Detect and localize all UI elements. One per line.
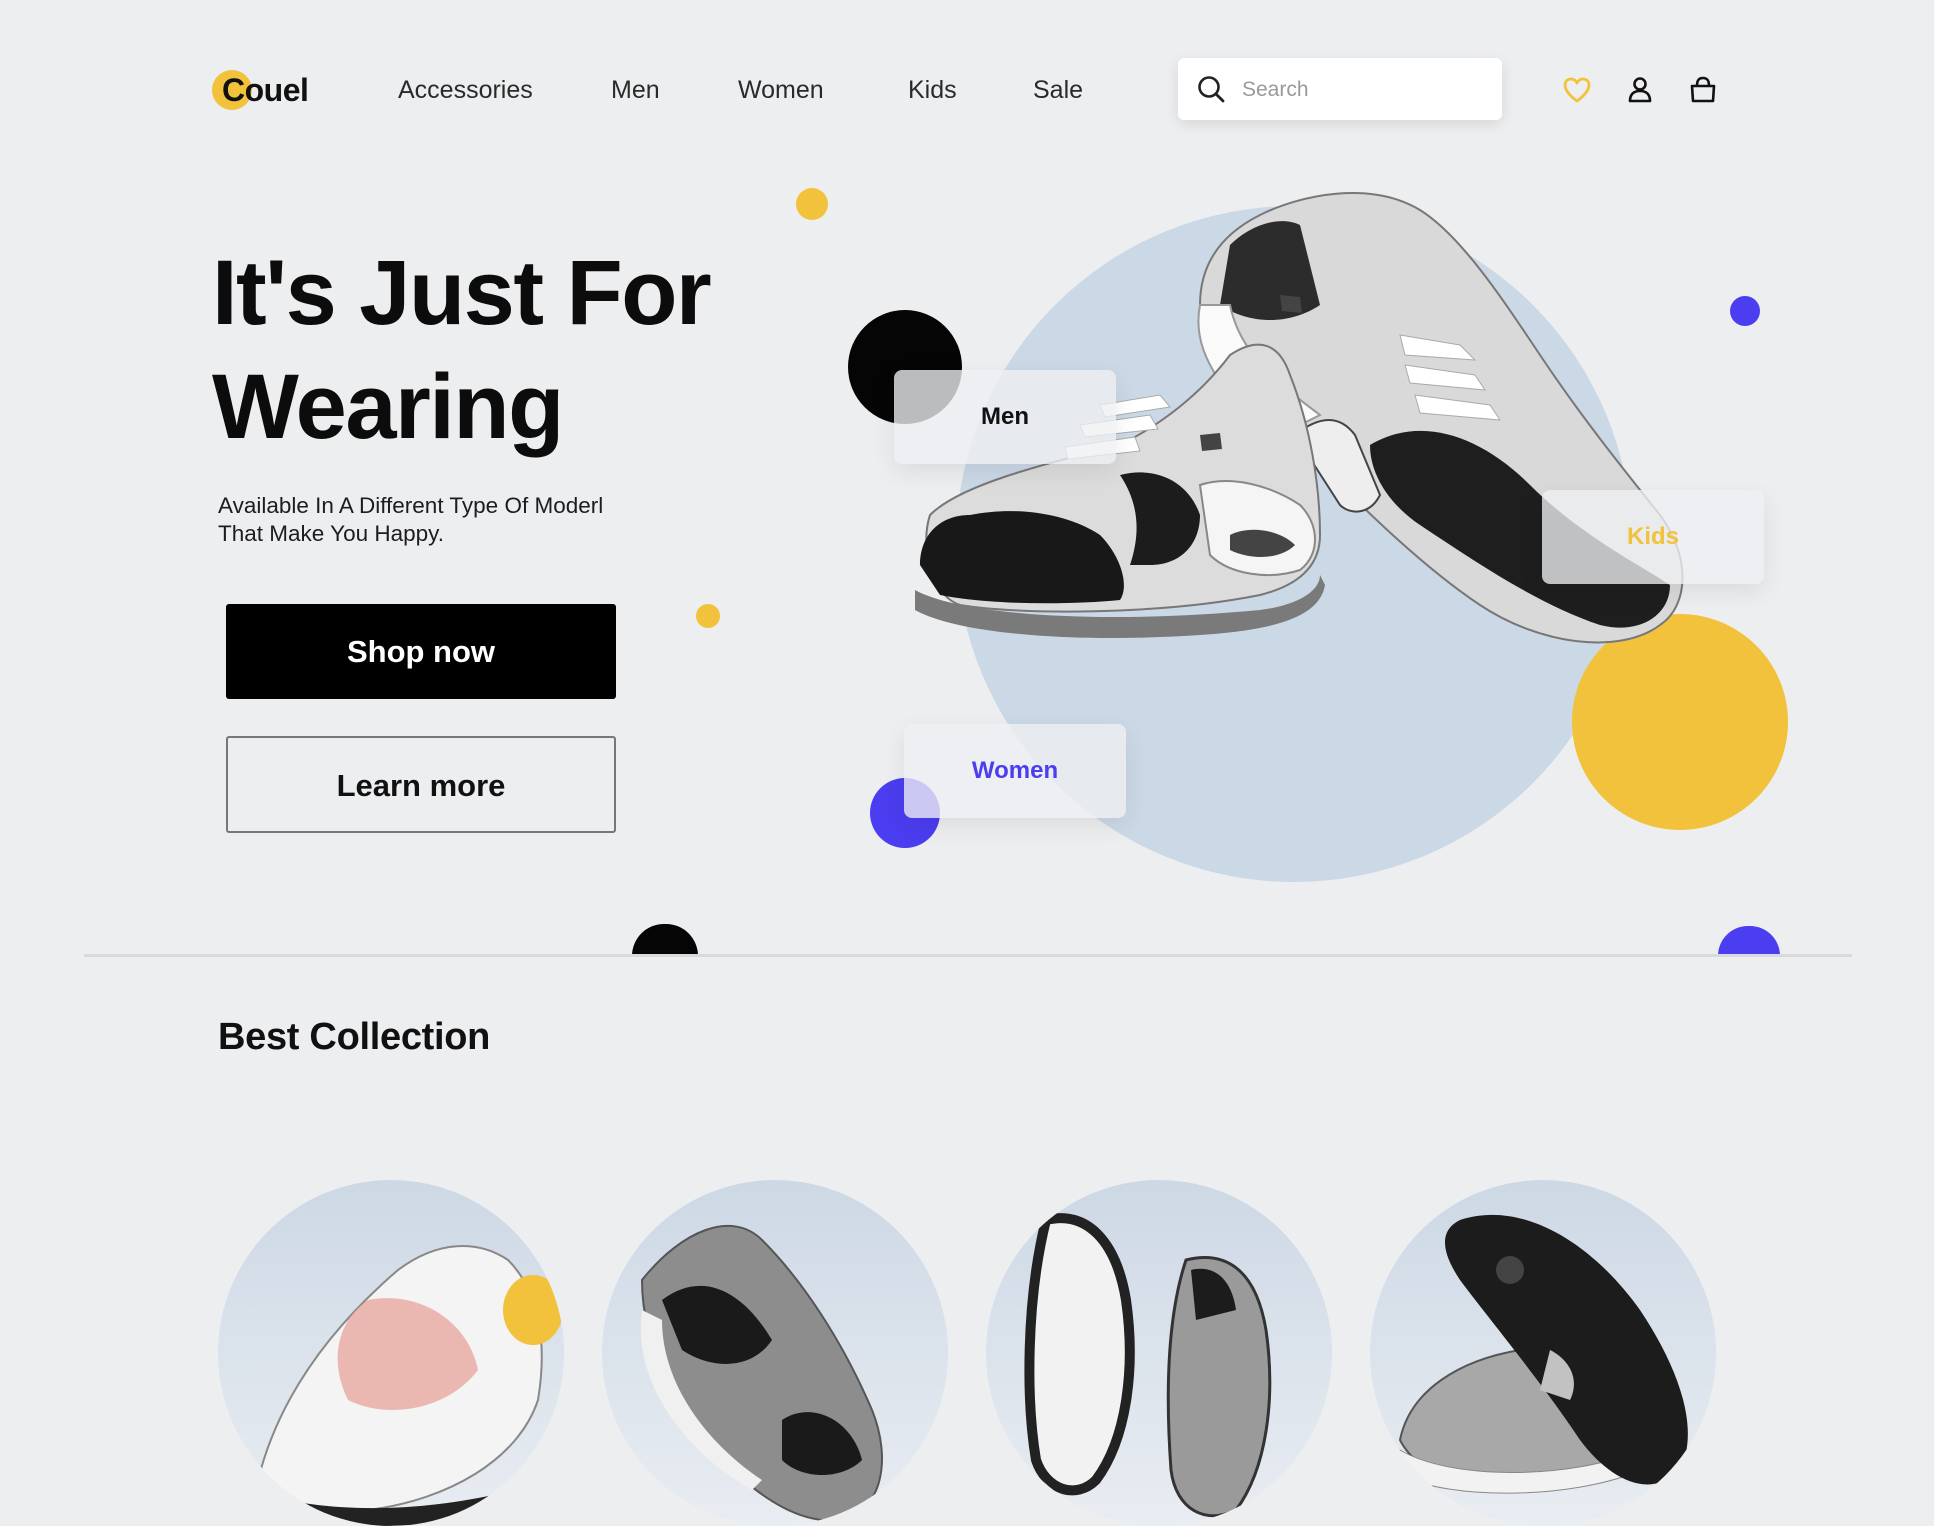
search-icon <box>1198 76 1225 103</box>
hero-subtitle-line-2: That Make You Happy. <box>218 521 444 546</box>
product-card[interactable] <box>986 1180 1332 1526</box>
product-card[interactable] <box>1370 1180 1716 1526</box>
hero-subtitle: Available In A Different Type Of Moderl … <box>218 492 688 548</box>
hero-subtitle-line-1: Available In A Different Type Of Moderl <box>218 493 604 518</box>
nav-item-kids[interactable]: Kids <box>908 72 957 108</box>
search-box[interactable] <box>1178 58 1502 122</box>
learn-more-button[interactable]: Learn more <box>226 736 616 833</box>
chip-label-kids: Kids <box>1626 523 1679 550</box>
product-image-sneaker-red <box>248 1245 563 1526</box>
logo[interactable]: Couel <box>212 66 322 114</box>
chip-label-men: Men <box>981 403 1029 430</box>
brand-name: Couel <box>222 72 309 108</box>
shopping-bag-icon[interactable] <box>1687 74 1719 106</box>
purple-half-circle <box>1718 926 1780 956</box>
nav-item-women[interactable]: Women <box>738 72 824 108</box>
category-chip-women[interactable]: Women <box>904 724 1126 818</box>
section-divider <box>84 954 1852 957</box>
search-input[interactable] <box>1240 58 1494 122</box>
product-image-sneaker-dunk <box>1398 1214 1688 1494</box>
yellow-dot <box>796 188 828 220</box>
shop-now-button[interactable]: Shop now <box>226 604 616 699</box>
hero-title-line-1: It's Just For <box>212 242 712 344</box>
chip-label-women: Women <box>971 757 1059 784</box>
best-collection-title: Best Collection <box>218 1016 491 1058</box>
nav-item-accessories[interactable]: Accessories <box>398 72 533 108</box>
black-half-circle <box>632 924 698 956</box>
user-icon[interactable] <box>1624 74 1656 106</box>
product-image-sneaker-black <box>640 1224 883 1522</box>
product-card[interactable] <box>602 1180 948 1526</box>
product-image-sneaker-pair-grey <box>1024 1213 1272 1518</box>
nav-item-men[interactable]: Men <box>611 72 660 108</box>
hero-title: It's Just For Wearing <box>212 236 792 464</box>
category-chip-men[interactable]: Men <box>894 370 1116 464</box>
hero-title-line-2: Wearing <box>212 356 564 458</box>
nav-item-sale[interactable]: Sale <box>1033 72 1083 108</box>
heart-icon[interactable] <box>1561 74 1593 106</box>
product-card[interactable] <box>218 1180 564 1526</box>
yellow-dot-small <box>696 604 720 628</box>
category-chip-kids[interactable]: Kids <box>1542 490 1764 584</box>
hero-sneakers-image <box>915 192 1684 644</box>
